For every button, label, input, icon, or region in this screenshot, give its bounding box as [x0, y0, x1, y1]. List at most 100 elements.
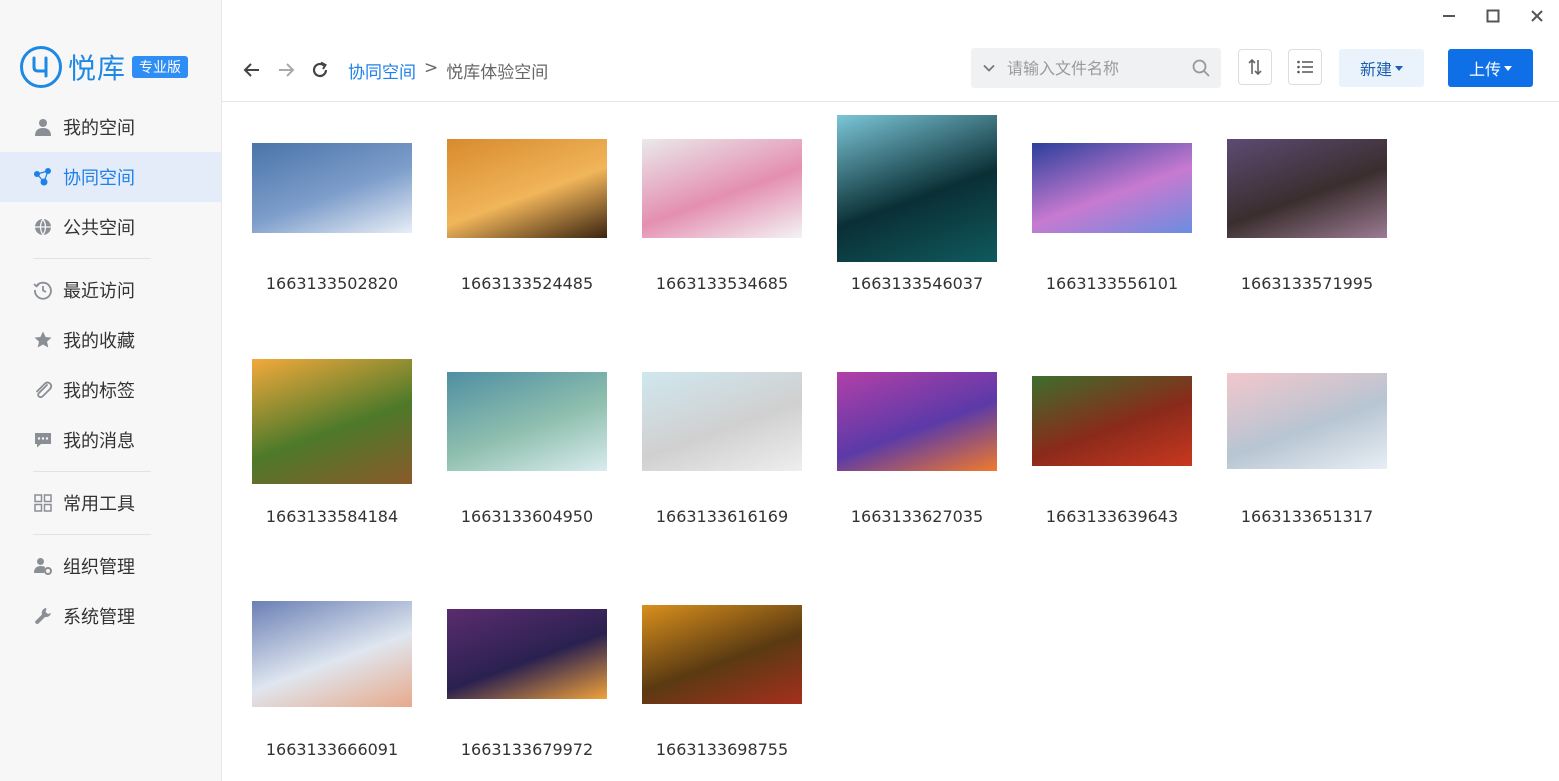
breadcrumb-root-link[interactable]: 协同空间: [348, 58, 416, 83]
app-logo: 悦库 专业版: [20, 46, 189, 88]
file-tile[interactable]: 1663133556101: [1032, 112, 1192, 293]
image-thumbnail[interactable]: [1227, 373, 1387, 469]
file-tile[interactable]: 1663133534685: [642, 112, 802, 293]
file-name: 1663133584184: [265, 507, 399, 526]
sidebar-item-public-space[interactable]: 公共空间: [0, 202, 221, 252]
image-thumbnail[interactable]: [252, 358, 412, 484]
upload-button-label: 上传: [1468, 60, 1501, 79]
star-icon: [33, 330, 53, 350]
sidebar-item-label: 系统管理: [63, 607, 135, 628]
file-thumbnail-area: [252, 112, 412, 264]
grid-icon: [33, 493, 53, 513]
image-thumbnail[interactable]: [252, 143, 412, 233]
file-thumbnail-area: [1227, 345, 1387, 497]
sidebar-item-label: 我的空间: [63, 118, 135, 139]
yueku-app-window: 悦库 专业版 我的空间 协同空间 公共空间 最近访问 我的收藏 我的标签 我的消…: [0, 0, 1559, 781]
file-name: 1663133534685: [655, 274, 789, 293]
history-icon: [33, 280, 53, 300]
file-thumbnail-area: [642, 345, 802, 497]
search-icon[interactable]: [1191, 58, 1211, 82]
view-list-button[interactable]: [1288, 49, 1322, 85]
file-tile[interactable]: 1663133546037: [837, 112, 997, 293]
sidebar-item-label: 公共空间: [63, 218, 135, 239]
sidebar-divider: [33, 534, 151, 535]
image-thumbnail[interactable]: [1227, 138, 1387, 238]
image-thumbnail[interactable]: [642, 371, 802, 471]
sort-button[interactable]: [1238, 49, 1272, 85]
file-thumbnail-area: [252, 578, 412, 730]
search-scope-dropdown[interactable]: [971, 61, 1007, 75]
image-thumbnail[interactable]: [447, 138, 607, 238]
sidebar-item-my-space[interactable]: 我的空间: [0, 102, 221, 152]
refresh-icon: [312, 61, 328, 78]
file-tile[interactable]: 1663133604950: [447, 345, 607, 526]
list-view-icon: [1297, 60, 1313, 74]
sidebar-item-tools[interactable]: 常用工具: [0, 478, 221, 528]
file-tile[interactable]: 1663133571995: [1227, 112, 1387, 293]
file-tile[interactable]: 1663133627035: [837, 345, 997, 526]
back-button[interactable]: [238, 56, 266, 84]
image-thumbnail[interactable]: [447, 609, 607, 699]
refresh-button[interactable]: [306, 56, 334, 84]
caret-down-icon: [1504, 65, 1512, 71]
image-thumbnail[interactable]: [252, 601, 412, 707]
sidebar-item-label: 协同空间: [63, 168, 135, 189]
chevron-down-icon: [983, 64, 995, 72]
sidebar-divider: [33, 471, 151, 472]
file-tile[interactable]: 1663133698755: [642, 578, 802, 759]
close-icon: [1531, 10, 1543, 22]
file-tile[interactable]: 1663133651317: [1227, 345, 1387, 526]
upload-button[interactable]: 上传: [1448, 49, 1533, 87]
file-tile[interactable]: 1663133584184: [252, 345, 412, 526]
sidebar-item-recent[interactable]: 最近访问: [0, 265, 221, 315]
sidebar: 悦库 专业版 我的空间 协同空间 公共空间 最近访问 我的收藏 我的标签 我的消…: [0, 0, 222, 781]
file-name: 1663133679972: [460, 740, 594, 759]
forward-button[interactable]: [272, 56, 300, 84]
toolbar: 协同空间 > 悦库体验空间 新建 上传: [222, 38, 1559, 102]
image-thumbnail[interactable]: [642, 604, 802, 704]
file-tile[interactable]: 1663133679972: [447, 578, 607, 759]
breadcrumb-current: 悦库体验空间: [446, 63, 549, 83]
edition-badge: 专业版: [132, 56, 189, 78]
file-tile[interactable]: 1663133616169: [642, 345, 802, 526]
close-button[interactable]: [1515, 0, 1559, 32]
search-input[interactable]: [1007, 58, 1175, 78]
sidebar-item-collab-space[interactable]: 协同空间: [0, 152, 221, 202]
sidebar-item-favorites[interactable]: 我的收藏: [0, 315, 221, 365]
message-icon: [33, 430, 53, 450]
file-name: 1663133524485: [460, 274, 594, 293]
window-controls: [1427, 0, 1559, 32]
sidebar-item-org-management[interactable]: 组织管理: [0, 541, 221, 591]
sidebar-item-system-management[interactable]: 系统管理: [0, 591, 221, 641]
file-tile[interactable]: 1663133524485: [447, 112, 607, 293]
file-tile[interactable]: 1663133502820: [252, 112, 412, 293]
file-thumbnail-area: [837, 345, 997, 497]
file-thumbnail-area: [1032, 345, 1192, 497]
file-thumbnail-area: [1227, 112, 1387, 264]
file-name: 1663133666091: [265, 740, 399, 759]
file-name: 1663133571995: [1240, 274, 1374, 293]
file-thumbnail-area: [447, 578, 607, 730]
file-thumbnail-area: [642, 112, 802, 264]
sidebar-item-messages[interactable]: 我的消息: [0, 415, 221, 465]
maximize-button[interactable]: [1471, 0, 1515, 32]
file-tile[interactable]: 1663133666091: [252, 578, 412, 759]
image-thumbnail[interactable]: [1032, 376, 1192, 466]
sidebar-nav: 我的空间 协同空间 公共空间 最近访问 我的收藏 我的标签 我的消息 常用工具 …: [0, 102, 221, 641]
image-thumbnail[interactable]: [447, 371, 607, 471]
image-thumbnail[interactable]: [1032, 143, 1192, 233]
image-thumbnail[interactable]: [837, 114, 997, 262]
file-tile[interactable]: 1663133639643: [1032, 345, 1192, 526]
globe-icon: [33, 217, 53, 237]
sidebar-item-label: 我的标签: [63, 381, 135, 402]
new-button[interactable]: 新建: [1339, 49, 1424, 87]
sidebar-item-label: 我的消息: [63, 431, 135, 452]
sidebar-item-tags[interactable]: 我的标签: [0, 365, 221, 415]
image-thumbnail[interactable]: [837, 371, 997, 471]
caret-down-icon: [1395, 65, 1403, 71]
new-button-label: 新建: [1359, 60, 1392, 79]
file-name: 1663133639643: [1045, 507, 1179, 526]
image-thumbnail[interactable]: [642, 138, 802, 238]
minimize-button[interactable]: [1427, 0, 1471, 32]
file-name: 1663133604950: [460, 507, 594, 526]
